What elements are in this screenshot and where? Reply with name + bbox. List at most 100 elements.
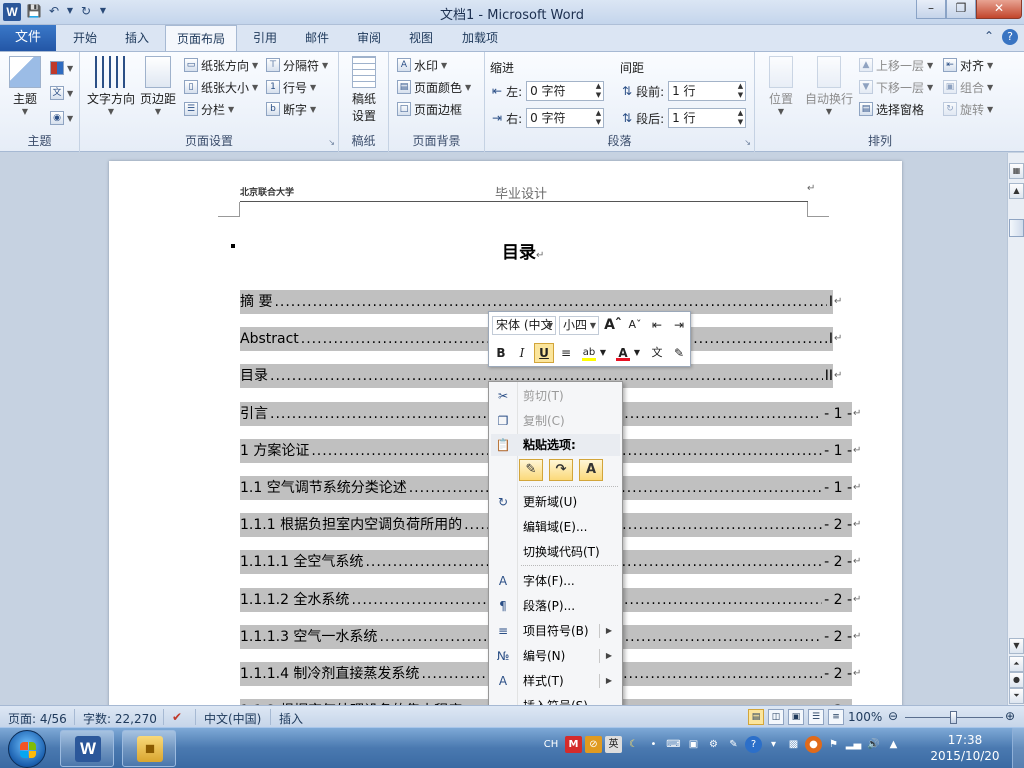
bold-icon[interactable]: B [491, 343, 511, 363]
keep-source-formatting-icon[interactable]: ✎ [519, 459, 543, 481]
position-button[interactable]: 位置 ▼ [763, 56, 799, 116]
language[interactable]: 中文(中国) [204, 710, 261, 727]
shrink-font-icon[interactable]: Aˇ [625, 315, 645, 335]
settings-icon[interactable]: ✎ [725, 736, 742, 753]
size-button[interactable]: ▯ 纸张大小 ▼ [184, 77, 258, 97]
context-menu-item[interactable]: A 字体(F)... [491, 570, 620, 592]
page-color-button[interactable]: ▤ 页面颜色 ▼ [397, 77, 471, 97]
proofing-icon[interactable]: ✔ [172, 710, 182, 724]
previous-page-icon[interactable]: ⏶ [1009, 656, 1024, 672]
context-menu-item[interactable]: ❐ 复制(C) [491, 410, 620, 432]
help-tray-icon[interactable]: ? [745, 736, 762, 753]
spinner-icon[interactable]: ▲ ▼ [738, 109, 743, 127]
font-size-combo[interactable]: 小四 ▼ [559, 316, 599, 335]
wrap-text-button[interactable]: 自动换行 ▼ [803, 56, 855, 116]
context-menu-item[interactable]: 编辑域(E)... [491, 516, 620, 538]
word-count[interactable]: 字数: 22,270 [83, 710, 157, 727]
hyphenation-button[interactable]: b 断字 ▼ [266, 99, 316, 119]
minimize-ribbon-icon[interactable]: ⌃ [984, 29, 994, 45]
center-icon[interactable]: ≡ [556, 343, 576, 363]
tab-insert[interactable]: 插入 [114, 25, 160, 51]
indent-right-input[interactable]: 0 字符 ▲ ▼ [526, 108, 605, 128]
manuscript-settings-button[interactable]: 稿纸 设置 [345, 56, 383, 124]
context-menu-item[interactable]: 切换域代码(T) [491, 541, 620, 563]
font-color-icon[interactable]: A [613, 343, 633, 363]
indent-left-input[interactable]: 0 字符 ▲ ▼ [526, 81, 605, 101]
toolbox-icon[interactable]: ⚙ [705, 736, 722, 753]
highlight-icon[interactable]: ab [579, 343, 599, 363]
punctuation-icon[interactable]: • [645, 736, 662, 753]
tab-view[interactable]: 视图 [398, 25, 444, 51]
show-desktop-button[interactable] [1012, 728, 1024, 768]
align-button[interactable]: ⇤ 对齐 ▼ [943, 55, 993, 75]
group-objects-button[interactable]: ▣ 组合 ▼ [943, 77, 993, 97]
merge-formatting-icon[interactable]: ↷ [549, 459, 573, 481]
tray-chevron-icon[interactable]: ▾ [765, 736, 782, 753]
ime-mode-icon[interactable]: 英 [605, 736, 622, 753]
spinner-icon[interactable]: ▲ ▼ [596, 82, 601, 100]
volume-icon[interactable]: 🔊 [865, 736, 882, 753]
scroll-up-icon[interactable]: ▲ [1009, 183, 1024, 199]
spinner-icon[interactable]: ▲ ▼ [738, 82, 743, 100]
scrollbar-thumb[interactable] [1009, 219, 1024, 237]
dialog-launcher-icon[interactable]: ↘ [328, 138, 335, 147]
help-icon[interactable]: ? [1002, 29, 1018, 45]
start-button[interactable] [8, 730, 46, 768]
decrease-indent-icon[interactable]: ⇤ [647, 315, 667, 335]
page-borders-button[interactable]: □ 页面边框 [397, 99, 462, 119]
tab-references[interactable]: 引用 [242, 25, 288, 51]
selection-pane-button[interactable]: ▤ 选择窗格 [859, 99, 924, 119]
flag-icon[interactable]: ⚑ [825, 736, 842, 753]
antivirus-icon[interactable]: ● [805, 736, 822, 753]
tab-home[interactable]: 开始 [62, 25, 108, 51]
underline-icon[interactable]: U [534, 343, 554, 363]
breaks-button[interactable]: ⊤ 分隔符 ▼ [266, 55, 328, 75]
context-menu-item[interactable]: ↻ 更新域(U) [491, 491, 620, 513]
spacing-after-input[interactable]: 1 行 ▲ ▼ [668, 108, 747, 128]
insert-mode[interactable]: 插入 [279, 710, 303, 727]
close-button[interactable]: ✕ [976, 0, 1022, 19]
chevron-down-icon[interactable]: ▼ [599, 343, 607, 363]
tab-page-layout[interactable]: 页面布局 [165, 25, 237, 52]
vertical-scrollbar[interactable]: ▦ ▲ ▼ ⏶ ● ⏷ [1007, 153, 1024, 705]
columns-button[interactable]: ☰ 分栏 ▼ [184, 99, 234, 119]
italic-icon[interactable]: I [512, 343, 532, 363]
taskbar-explorer-button[interactable]: ■ [122, 730, 176, 767]
ime-status-icon[interactable]: ⊘ [585, 736, 602, 753]
minimize-button[interactable]: – [916, 0, 946, 19]
increase-indent-icon[interactable]: ⇥ [669, 315, 689, 335]
spinner-icon[interactable]: ▲ ▼ [596, 109, 601, 127]
print-layout-icon[interactable]: ▤ [748, 709, 764, 725]
zoom-slider-thumb[interactable] [950, 711, 957, 724]
context-menu-item[interactable]: ¶ 段落(P)... [491, 595, 620, 617]
input-language[interactable]: CH [540, 736, 562, 753]
theme-colors-button[interactable]: ▼ [50, 58, 73, 78]
grow-font-icon[interactable]: Aˆ [603, 315, 623, 335]
rotate-button[interactable]: ↻ 旋转 ▼ [943, 99, 993, 119]
network-share-icon[interactable]: ▩ [785, 736, 802, 753]
spacing-before-input[interactable]: 1 行 ▲ ▼ [668, 81, 747, 101]
zoom-in-icon[interactable]: ⊕ [1005, 709, 1015, 723]
margins-button[interactable]: 页边距 ▼ [138, 56, 178, 116]
system-clock[interactable]: 17:38 2015/10/20 [930, 732, 1000, 764]
next-page-icon[interactable]: ⏷ [1009, 688, 1024, 704]
zoom-out-icon[interactable]: ⊖ [888, 709, 898, 723]
theme-effects-button[interactable]: ◉ ▼ [50, 108, 73, 128]
signal-icon[interactable]: ▂▄ [845, 736, 862, 753]
phonetic-guide-icon[interactable]: 文 [647, 343, 667, 363]
keep-text-only-icon[interactable]: A [579, 459, 603, 481]
outline-icon[interactable]: ☰ [808, 709, 824, 725]
taskbar-word-button[interactable]: W [60, 730, 114, 767]
context-menu-item[interactable]: № 编号(N) ▶ [491, 645, 620, 667]
watermark-button[interactable]: A 水印 ▼ [397, 55, 447, 75]
theme-fonts-button[interactable]: 文 ▼ [50, 83, 73, 103]
moon-icon[interactable]: ☾ [625, 736, 642, 753]
zoom-level[interactable]: 100% [848, 710, 882, 724]
dialog-launcher-icon[interactable]: ↘ [744, 138, 751, 147]
format-painter-icon[interactable]: ✎ [669, 343, 689, 363]
ruler-toggle-icon[interactable]: ▦ [1009, 163, 1024, 179]
tab-mailings[interactable]: 邮件 [294, 25, 340, 51]
page-count[interactable]: 页面: 4/56 [8, 710, 67, 727]
scroll-down-icon[interactable]: ▼ [1009, 638, 1024, 654]
bring-forward-button[interactable]: ▲ 上移一层 ▼ [859, 55, 933, 75]
